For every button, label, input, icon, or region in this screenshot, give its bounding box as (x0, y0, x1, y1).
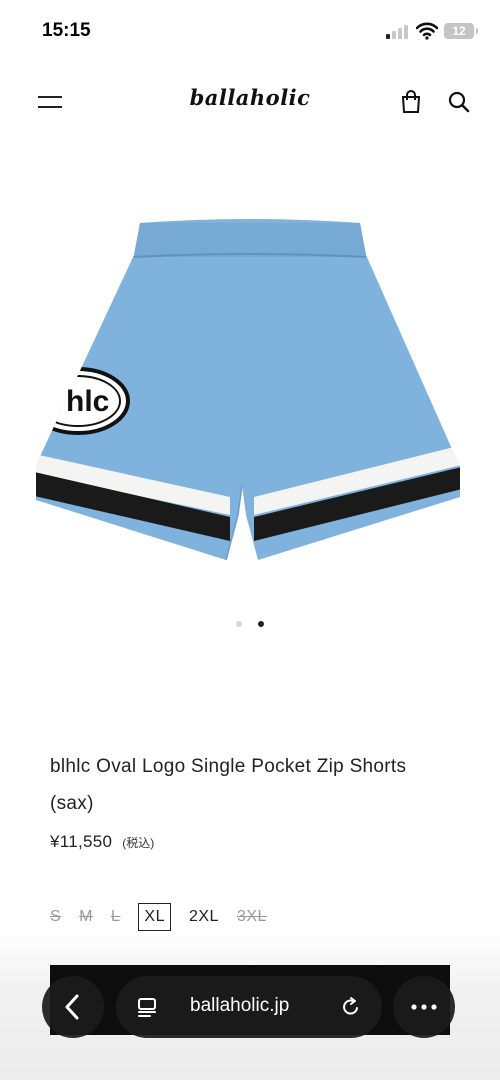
size-option-2xl[interactable]: 2XL (189, 908, 219, 926)
size-option-xl[interactable]: XL (138, 903, 171, 931)
url-text[interactable]: ballaholic.jp (190, 995, 289, 1017)
back-button[interactable] (42, 976, 104, 1038)
shorts-logo-text: hlc (66, 385, 109, 418)
address-bar[interactable]: ballaholic.jp (116, 976, 382, 1038)
size-selector: S M L XL 2XL 3XL (50, 902, 285, 932)
bag-icon[interactable] (400, 90, 422, 114)
carousel-dots (0, 614, 500, 632)
product-price: ¥11,550 (50, 832, 113, 851)
product-title: blhlc Oval Logo Single Pocket Zip Shorts… (50, 756, 407, 814)
cellular-signal-icon (386, 25, 408, 39)
price-row: ¥11,550 (税込) (50, 832, 154, 852)
more-button[interactable] (393, 976, 455, 1038)
site-header: ballaholic (0, 76, 500, 128)
size-option-m[interactable]: M (79, 908, 93, 926)
wifi-icon (416, 22, 438, 40)
battery-indicator: 12 (444, 23, 478, 39)
site-logo[interactable]: ballaholic (0, 85, 500, 110)
product-image[interactable]: hlc (30, 215, 470, 565)
more-icon (411, 1004, 437, 1010)
status-bar: 15:15 12 (0, 0, 500, 64)
size-option-3xl[interactable]: 3XL (237, 908, 267, 926)
back-icon (65, 994, 79, 1020)
reload-icon[interactable] (340, 996, 362, 1018)
reader-icon[interactable] (136, 996, 158, 1018)
tax-label: (税込) (122, 836, 155, 850)
carousel-dot-2[interactable] (258, 621, 264, 627)
search-icon[interactable] (447, 90, 471, 114)
carousel-dot-1[interactable] (236, 621, 242, 627)
status-time: 15:15 (42, 20, 91, 41)
size-option-s[interactable]: S (50, 908, 61, 926)
size-option-l[interactable]: L (111, 908, 120, 926)
